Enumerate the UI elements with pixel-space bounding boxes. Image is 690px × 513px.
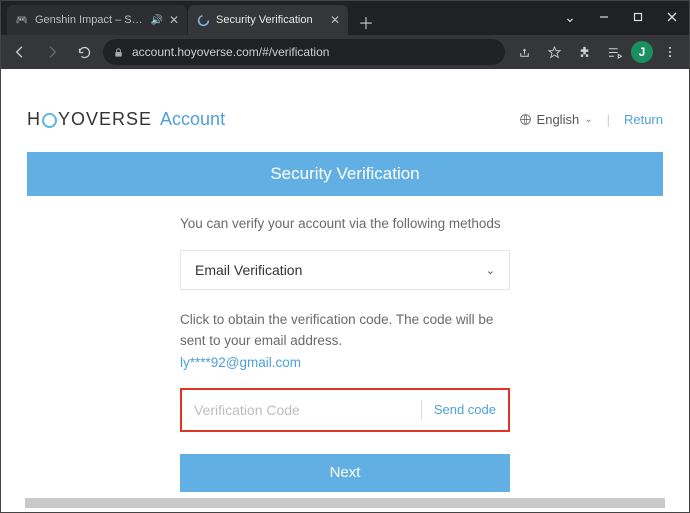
forward-button[interactable] (39, 39, 65, 65)
panel-title: Security Verification (27, 152, 663, 196)
share-icon[interactable] (511, 39, 537, 65)
titlebar: 🎮 Genshin Impact – Step Into a 🔊 ✕ Secur… (1, 1, 689, 35)
language-label: English (537, 112, 580, 127)
tab-label: Security Verification (216, 14, 324, 26)
tab-strip: 🎮 Genshin Impact – Step Into a 🔊 ✕ Secur… (1, 1, 379, 35)
menu-icon[interactable] (657, 39, 683, 65)
brand-text: H (27, 109, 41, 130)
code-input-row: Send code (180, 388, 510, 432)
next-button[interactable]: Next (180, 454, 510, 492)
chevron-down-icon: ⌄ (486, 264, 495, 277)
minimize-button[interactable] (587, 3, 621, 31)
language-selector[interactable]: English ⌄ (519, 112, 593, 127)
favicon-genshin: 🎮 (15, 13, 29, 27)
chevron-down-icon: ⌄ (584, 114, 592, 125)
brand: H YOVERSE Account (27, 109, 225, 130)
close-icon[interactable]: ✕ (169, 13, 179, 27)
bookmark-icon[interactable] (541, 39, 567, 65)
masked-email: ly****92@gmail.com (180, 355, 510, 370)
brand-logo: H YOVERSE (27, 109, 152, 130)
verify-description: You can verify your account via the foll… (180, 214, 510, 234)
new-tab-button[interactable]: ＋ (353, 9, 379, 35)
back-button[interactable] (7, 39, 33, 65)
reload-button[interactable] (71, 39, 97, 65)
browser-window: 🎮 Genshin Impact – Step Into a 🔊 ✕ Secur… (0, 0, 690, 513)
page-content: H YOVERSE Account English ⌄ | Return (1, 69, 689, 512)
window-controls: ⌄ (553, 3, 689, 35)
favicon-loading (196, 13, 210, 27)
audio-icon[interactable]: 🔊 (150, 15, 162, 26)
brand-text: YOVERSE (58, 109, 152, 130)
panel-body: You can verify your account via the foll… (180, 196, 510, 492)
toolbar-right: J (511, 39, 683, 65)
brand-o-icon (42, 113, 57, 128)
address-bar[interactable] (103, 39, 505, 65)
separator (421, 401, 422, 419)
toolbar: J (1, 35, 689, 69)
method-select[interactable]: Email Verification ⌄ (180, 250, 510, 290)
return-link[interactable]: Return (624, 112, 663, 127)
panel-title-text: Security Verification (270, 164, 419, 184)
close-window-button[interactable] (655, 3, 689, 31)
header-right: English ⌄ | Return (519, 112, 663, 127)
globe-icon (519, 113, 532, 126)
close-icon[interactable]: ✕ (330, 13, 340, 27)
separator: | (607, 112, 610, 127)
url-input[interactable] (132, 45, 495, 59)
code-hint: Click to obtain the verification code. T… (180, 310, 510, 351)
horizontal-scrollbar[interactable] (25, 498, 665, 508)
tab-genshin[interactable]: 🎮 Genshin Impact – Step Into a 🔊 ✕ (7, 5, 187, 35)
page-header: H YOVERSE Account English ⌄ | Return (27, 109, 663, 130)
tab-overflow-icon[interactable]: ⌄ (553, 3, 587, 31)
tab-label: Genshin Impact – Step Into a (35, 14, 144, 26)
maximize-button[interactable] (621, 3, 655, 31)
brand-account: Account (160, 109, 225, 130)
verification-code-input[interactable] (194, 402, 409, 418)
send-code-button[interactable]: Send code (434, 402, 496, 417)
playlist-icon[interactable] (601, 39, 627, 65)
profile-avatar[interactable]: J (631, 41, 653, 63)
lock-icon (113, 47, 124, 58)
method-selected: Email Verification (195, 262, 302, 278)
extensions-icon[interactable] (571, 39, 597, 65)
tab-verification[interactable]: Security Verification ✕ (188, 5, 348, 35)
